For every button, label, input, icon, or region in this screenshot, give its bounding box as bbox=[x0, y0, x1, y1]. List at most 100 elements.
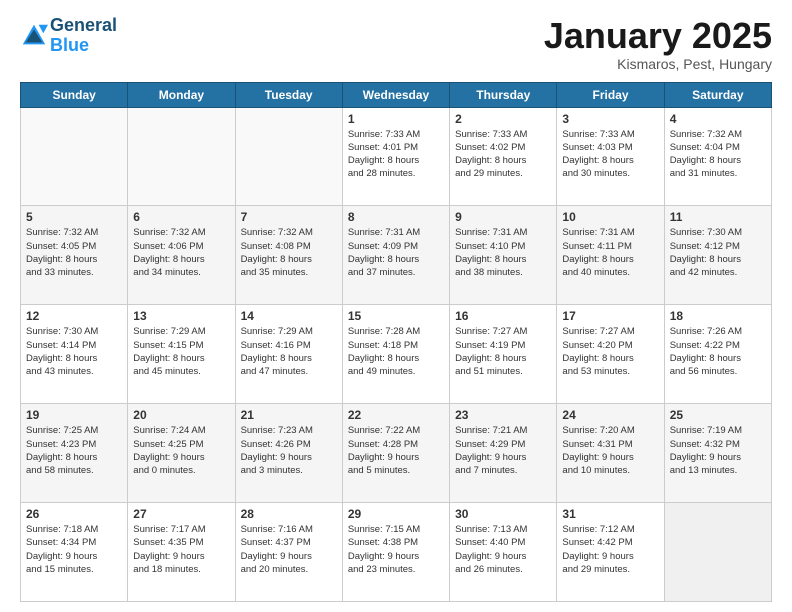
day-info: Sunrise: 7:31 AM Sunset: 4:11 PM Dayligh… bbox=[562, 226, 658, 279]
day-info: Sunrise: 7:33 AM Sunset: 4:02 PM Dayligh… bbox=[455, 128, 551, 181]
calendar-cell bbox=[128, 107, 235, 206]
day-info: Sunrise: 7:23 AM Sunset: 4:26 PM Dayligh… bbox=[241, 424, 337, 477]
calendar-week-row: 19 Sunrise: 7:25 AM Sunset: 4:23 PM Dayli… bbox=[21, 404, 772, 503]
calendar-header-monday: Monday bbox=[128, 82, 235, 107]
calendar-cell: 18 Sunrise: 7:26 AM Sunset: 4:22 PM Dayli… bbox=[664, 305, 771, 404]
logo-text-top: General bbox=[50, 16, 117, 36]
calendar-week-row: 5Sunrise: 7:32 AM Sunset: 4:05 PM Daylig… bbox=[21, 206, 772, 305]
day-number: 1 bbox=[348, 112, 444, 126]
calendar-cell bbox=[664, 503, 771, 602]
day-info: Sunrise: 7:30 AM Sunset: 4:14 PM Dayligh… bbox=[26, 325, 122, 378]
header: General Blue January 2025 Kismaros, Pest… bbox=[20, 16, 772, 72]
day-number: 6 bbox=[133, 210, 229, 224]
day-info: Sunrise: 7:18 AM Sunset: 4:34 PM Dayligh… bbox=[26, 523, 122, 576]
day-number: 19 bbox=[26, 408, 122, 422]
calendar-cell: 21 Sunrise: 7:23 AM Sunset: 4:26 PM Dayli… bbox=[235, 404, 342, 503]
calendar-header-wednesday: Wednesday bbox=[342, 82, 449, 107]
day-number: 20 bbox=[133, 408, 229, 422]
day-info: Sunrise: 7:32 AM Sunset: 4:04 PM Dayligh… bbox=[670, 128, 766, 181]
calendar-cell: 23Sunrise: 7:21 AM Sunset: 4:29 PM Dayli… bbox=[450, 404, 557, 503]
calendar-cell: 24Sunrise: 7:20 AM Sunset: 4:31 PM Dayli… bbox=[557, 404, 664, 503]
day-info: Sunrise: 7:22 AM Sunset: 4:28 PM Dayligh… bbox=[348, 424, 444, 477]
calendar-table: SundayMondayTuesdayWednesdayThursdayFrid… bbox=[20, 82, 772, 602]
day-info: Sunrise: 7:21 AM Sunset: 4:29 PM Dayligh… bbox=[455, 424, 551, 477]
day-number: 30 bbox=[455, 507, 551, 521]
calendar-cell: 13Sunrise: 7:29 AM Sunset: 4:15 PM Dayli… bbox=[128, 305, 235, 404]
day-number: 8 bbox=[348, 210, 444, 224]
day-number: 29 bbox=[348, 507, 444, 521]
day-info: Sunrise: 7:30 AM Sunset: 4:12 PM Dayligh… bbox=[670, 226, 766, 279]
day-info: Sunrise: 7:29 AM Sunset: 4:16 PM Dayligh… bbox=[241, 325, 337, 378]
calendar-cell: 31Sunrise: 7:12 AM Sunset: 4:42 PM Dayli… bbox=[557, 503, 664, 602]
calendar-cell: 20 Sunrise: 7:24 AM Sunset: 4:25 PM Dayli… bbox=[128, 404, 235, 503]
day-number: 9 bbox=[455, 210, 551, 224]
day-info: Sunrise: 7:19 AM Sunset: 4:32 PM Dayligh… bbox=[670, 424, 766, 477]
calendar-header-thursday: Thursday bbox=[450, 82, 557, 107]
calendar-cell: 27Sunrise: 7:17 AM Sunset: 4:35 PM Dayli… bbox=[128, 503, 235, 602]
day-info: Sunrise: 7:16 AM Sunset: 4:37 PM Dayligh… bbox=[241, 523, 337, 576]
day-info: Sunrise: 7:31 AM Sunset: 4:10 PM Dayligh… bbox=[455, 226, 551, 279]
day-info: Sunrise: 7:27 AM Sunset: 4:20 PM Dayligh… bbox=[562, 325, 658, 378]
day-info: Sunrise: 7:32 AM Sunset: 4:08 PM Dayligh… bbox=[241, 226, 337, 279]
day-number: 7 bbox=[241, 210, 337, 224]
calendar-cell: 12 Sunrise: 7:30 AM Sunset: 4:14 PM Dayli… bbox=[21, 305, 128, 404]
day-info: Sunrise: 7:29 AM Sunset: 4:15 PM Dayligh… bbox=[133, 325, 229, 378]
day-number: 12 bbox=[26, 309, 122, 323]
calendar-cell: 6 Sunrise: 7:32 AM Sunset: 4:06 PM Daylig… bbox=[128, 206, 235, 305]
calendar-cell: 28Sunrise: 7:16 AM Sunset: 4:37 PM Dayli… bbox=[235, 503, 342, 602]
calendar-cell: 25 Sunrise: 7:19 AM Sunset: 4:32 PM Dayli… bbox=[664, 404, 771, 503]
day-info: Sunrise: 7:32 AM Sunset: 4:05 PM Dayligh… bbox=[26, 226, 122, 279]
day-number: 17 bbox=[562, 309, 658, 323]
calendar-cell: 15Sunrise: 7:28 AM Sunset: 4:18 PM Dayli… bbox=[342, 305, 449, 404]
title-area: January 2025 Kismaros, Pest, Hungary bbox=[544, 16, 772, 72]
calendar-cell bbox=[235, 107, 342, 206]
logo-text-bottom: Blue bbox=[50, 36, 117, 56]
calendar-header-tuesday: Tuesday bbox=[235, 82, 342, 107]
day-info: Sunrise: 7:27 AM Sunset: 4:19 PM Dayligh… bbox=[455, 325, 551, 378]
logo-icon bbox=[20, 22, 48, 50]
calendar-header-sunday: Sunday bbox=[21, 82, 128, 107]
calendar-week-row: 1 Sunrise: 7:33 AM Sunset: 4:01 PM Daylig… bbox=[21, 107, 772, 206]
calendar-cell: 3Sunrise: 7:33 AM Sunset: 4:03 PM Daylig… bbox=[557, 107, 664, 206]
day-info: Sunrise: 7:20 AM Sunset: 4:31 PM Dayligh… bbox=[562, 424, 658, 477]
page: General Blue January 2025 Kismaros, Pest… bbox=[0, 0, 792, 612]
calendar-cell: 7 Sunrise: 7:32 AM Sunset: 4:08 PM Daylig… bbox=[235, 206, 342, 305]
day-info: Sunrise: 7:25 AM Sunset: 4:23 PM Dayligh… bbox=[26, 424, 122, 477]
calendar-header-saturday: Saturday bbox=[664, 82, 771, 107]
calendar-cell: 9 Sunrise: 7:31 AM Sunset: 4:10 PM Daylig… bbox=[450, 206, 557, 305]
calendar-cell: 19 Sunrise: 7:25 AM Sunset: 4:23 PM Dayli… bbox=[21, 404, 128, 503]
calendar-cell: 10 Sunrise: 7:31 AM Sunset: 4:11 PM Dayli… bbox=[557, 206, 664, 305]
location: Kismaros, Pest, Hungary bbox=[544, 56, 772, 72]
calendar-cell: 4 Sunrise: 7:32 AM Sunset: 4:04 PM Daylig… bbox=[664, 107, 771, 206]
calendar-cell: 5Sunrise: 7:32 AM Sunset: 4:05 PM Daylig… bbox=[21, 206, 128, 305]
day-number: 26 bbox=[26, 507, 122, 521]
calendar-cell: 8Sunrise: 7:31 AM Sunset: 4:09 PM Daylig… bbox=[342, 206, 449, 305]
day-number: 11 bbox=[670, 210, 766, 224]
day-info: Sunrise: 7:28 AM Sunset: 4:18 PM Dayligh… bbox=[348, 325, 444, 378]
calendar-cell: 11 Sunrise: 7:30 AM Sunset: 4:12 PM Dayli… bbox=[664, 206, 771, 305]
day-info: Sunrise: 7:32 AM Sunset: 4:06 PM Dayligh… bbox=[133, 226, 229, 279]
calendar-cell: 30 Sunrise: 7:13 AM Sunset: 4:40 PM Dayli… bbox=[450, 503, 557, 602]
day-info: Sunrise: 7:26 AM Sunset: 4:22 PM Dayligh… bbox=[670, 325, 766, 378]
day-number: 10 bbox=[562, 210, 658, 224]
day-number: 14 bbox=[241, 309, 337, 323]
month-title: January 2025 bbox=[544, 16, 772, 56]
day-number: 2 bbox=[455, 112, 551, 126]
day-info: Sunrise: 7:24 AM Sunset: 4:25 PM Dayligh… bbox=[133, 424, 229, 477]
calendar-cell: 1 Sunrise: 7:33 AM Sunset: 4:01 PM Daylig… bbox=[342, 107, 449, 206]
day-info: Sunrise: 7:33 AM Sunset: 4:01 PM Dayligh… bbox=[348, 128, 444, 181]
day-number: 25 bbox=[670, 408, 766, 422]
calendar-cell: 17 Sunrise: 7:27 AM Sunset: 4:20 PM Dayli… bbox=[557, 305, 664, 404]
day-info: Sunrise: 7:33 AM Sunset: 4:03 PM Dayligh… bbox=[562, 128, 658, 181]
day-info: Sunrise: 7:13 AM Sunset: 4:40 PM Dayligh… bbox=[455, 523, 551, 576]
day-number: 18 bbox=[670, 309, 766, 323]
calendar-week-row: 26 Sunrise: 7:18 AM Sunset: 4:34 PM Dayli… bbox=[21, 503, 772, 602]
calendar-cell: 14 Sunrise: 7:29 AM Sunset: 4:16 PM Dayli… bbox=[235, 305, 342, 404]
calendar-cell: 22 Sunrise: 7:22 AM Sunset: 4:28 PM Dayli… bbox=[342, 404, 449, 503]
day-number: 4 bbox=[670, 112, 766, 126]
day-number: 31 bbox=[562, 507, 658, 521]
calendar-cell: 29Sunrise: 7:15 AM Sunset: 4:38 PM Dayli… bbox=[342, 503, 449, 602]
day-number: 21 bbox=[241, 408, 337, 422]
day-number: 22 bbox=[348, 408, 444, 422]
day-info: Sunrise: 7:17 AM Sunset: 4:35 PM Dayligh… bbox=[133, 523, 229, 576]
